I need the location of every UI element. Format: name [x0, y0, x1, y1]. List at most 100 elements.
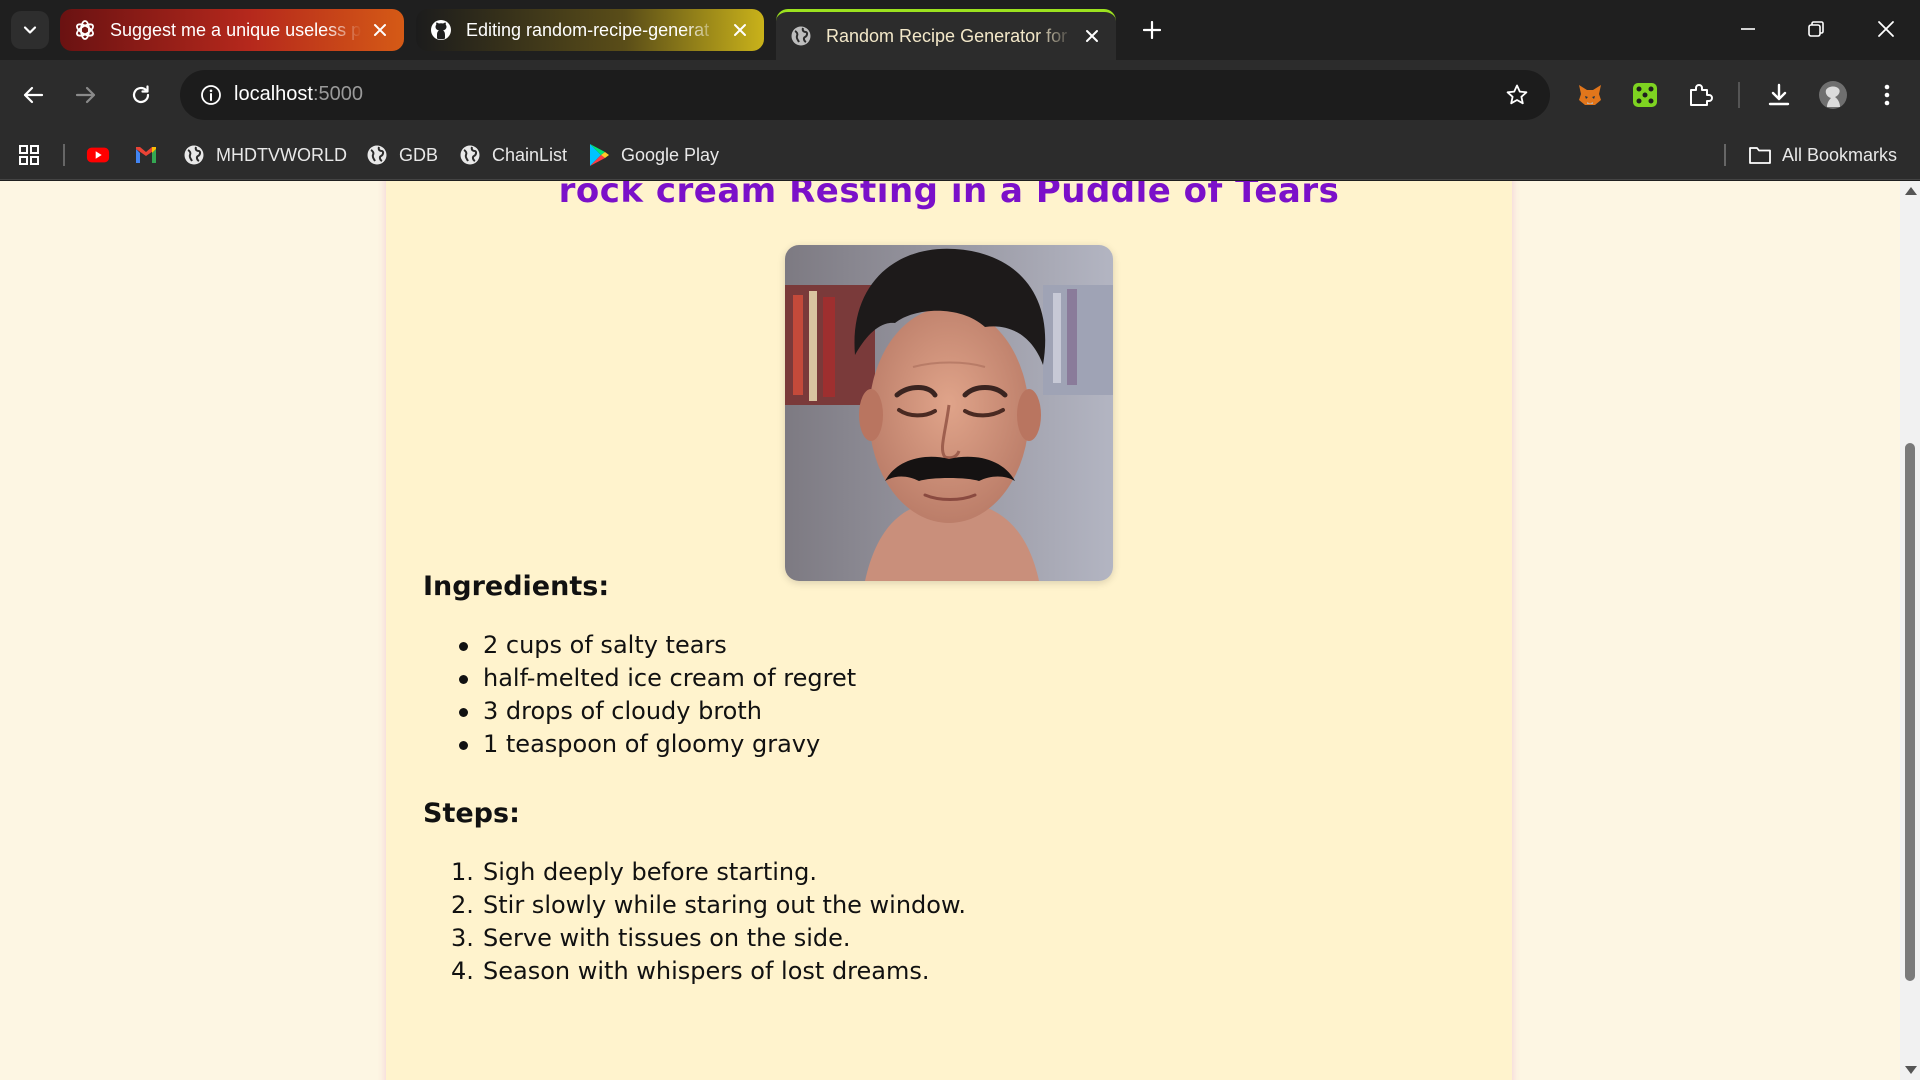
globe-icon: [182, 143, 206, 167]
scroll-down-arrow-icon[interactable]: [1905, 1066, 1917, 1074]
all-bookmarks-button[interactable]: All Bookmarks: [1748, 142, 1897, 168]
minimize-icon: [1741, 28, 1755, 30]
step-text: Serve with tissues on the side.: [483, 924, 851, 952]
step-text: Sigh deeply before starting.: [483, 858, 817, 886]
bookmark-mhdtvworld[interactable]: MHDTVWORLD: [182, 142, 347, 168]
step-item: 1. Sigh deeply before starting.: [423, 856, 966, 889]
step-text: Stir slowly while staring out the window…: [483, 891, 967, 919]
step-number: 4.: [451, 957, 474, 985]
tab-recipe-generator[interactable]: Random Recipe Generator for F: [776, 9, 1116, 60]
tab-title: Editing random-recipe-generat: [466, 19, 710, 40]
chevron-down-icon: [23, 26, 37, 34]
forward-button[interactable]: [66, 75, 106, 115]
bookmark-chainlist[interactable]: ChainList: [458, 142, 567, 168]
extensions-button[interactable]: [1680, 75, 1720, 115]
all-bookmarks-label: All Bookmarks: [1782, 144, 1898, 165]
arrow-right-icon: [75, 86, 96, 104]
tab-search-button[interactable]: [11, 11, 49, 49]
puzzle-icon: [1690, 84, 1713, 106]
close-icon[interactable]: [728, 18, 752, 42]
bookmark-gmail[interactable]: [134, 142, 168, 168]
metamask-fox-icon: [1579, 85, 1601, 105]
tab-github[interactable]: Editing random-recipe-generat: [416, 9, 764, 51]
bookmarks-divider: [1724, 144, 1726, 166]
plus-icon: [1143, 21, 1161, 39]
downloads-button[interactable]: [1759, 75, 1799, 115]
address-bar[interactable]: localhost:5000: [180, 70, 1550, 120]
ingredient-item: 3 drops of cloudy broth: [423, 695, 856, 728]
close-icon[interactable]: [368, 18, 392, 42]
step-number: 3.: [451, 924, 474, 952]
steps-heading: Steps:: [423, 798, 520, 829]
restore-button[interactable]: [1782, 0, 1850, 58]
youtube-icon: [86, 143, 110, 167]
profile-button[interactable]: [1813, 75, 1853, 115]
apps-grid-icon: [17, 143, 41, 167]
step-number: 2.: [451, 891, 474, 919]
more-vertical-icon: [1884, 84, 1890, 106]
recipe-image: [785, 245, 1113, 581]
google-play-icon: [587, 143, 611, 167]
scrollbar-thumb[interactable]: [1905, 443, 1915, 981]
page-scrollbar[interactable]: [1900, 181, 1920, 1080]
reload-button[interactable]: [121, 75, 161, 115]
step-text: Season with whispers of lost dreams.: [483, 957, 930, 985]
github-icon: [430, 19, 452, 41]
apps-button[interactable]: [17, 142, 51, 168]
url-port: :5000: [312, 83, 363, 105]
bookmark-label: Google Play: [621, 144, 720, 165]
ingredient-item: half-melted ice cream of regret: [423, 662, 856, 695]
new-tab-button[interactable]: [1136, 14, 1168, 46]
minimize-button[interactable]: [1714, 0, 1782, 58]
globe-icon: [458, 143, 482, 167]
back-button[interactable]: [13, 75, 53, 115]
step-number: 1.: [451, 858, 474, 886]
globe-icon: [790, 25, 812, 47]
bookmark-google-play[interactable]: Google Play: [587, 142, 719, 168]
step-item: 3. Serve with tissues on the side.: [423, 922, 966, 955]
gmail-icon: [134, 143, 158, 167]
bookmark-label: ChainList: [492, 144, 568, 165]
tab-title: Random Recipe Generator for F: [826, 25, 1074, 46]
step-item: 4. Season with whispers of lost dreams.: [423, 955, 966, 988]
page-viewport: rock cream Resting in a Puddle of Tears: [0, 181, 1900, 1080]
bookmark-gdb[interactable]: GDB: [365, 142, 438, 168]
url-host: localhost: [234, 83, 313, 105]
arrow-left-icon: [23, 86, 44, 104]
bookmark-label: MHDTVWORLD: [216, 144, 347, 165]
openai-icon: [74, 19, 96, 41]
ingredients-heading: Ingredients:: [423, 571, 610, 602]
globe-icon: [365, 143, 389, 167]
step-item: 2. Stir slowly while staring out the wind…: [423, 889, 966, 922]
site-info-icon[interactable]: [192, 76, 230, 114]
download-icon: [1768, 83, 1790, 106]
ingredients-list: 2 cups of salty tears half-melted ice cr…: [423, 629, 856, 761]
recipe-card: rock cream Resting in a Puddle of Tears: [386, 181, 1512, 1080]
steps-list: 1. Sigh deeply before starting. 2. Stir sl…: [423, 856, 966, 988]
url-text[interactable]: localhost:5000: [234, 83, 363, 106]
metamask-extension-button[interactable]: [1570, 75, 1610, 115]
tab-strip: Suggest me a unique useless pr Editing r…: [0, 0, 1920, 60]
tab-chatgpt[interactable]: Suggest me a unique useless pr: [60, 9, 404, 51]
toolbar: localhost:5000: [0, 60, 1920, 130]
avatar: [1819, 81, 1847, 109]
toolbar-divider: [1738, 82, 1740, 108]
extension-dice-button[interactable]: [1625, 75, 1665, 115]
tab-title: Suggest me a unique useless pr: [110, 19, 362, 40]
bookmark-youtube[interactable]: [86, 142, 120, 168]
close-window-button[interactable]: [1852, 0, 1920, 58]
close-icon: [1878, 21, 1894, 37]
restore-icon: [1808, 21, 1824, 37]
bookmarks-bar: MHDTVWORLD GDB ChainList Google Play All…: [0, 130, 1920, 180]
bookmarks-divider: [63, 144, 65, 166]
dice-icon: [1633, 83, 1657, 107]
folder-icon: [1748, 143, 1772, 167]
bookmark-star-icon[interactable]: [1502, 80, 1532, 110]
crying-man-photo: [785, 245, 1113, 581]
recipe-title: rock cream Resting in a Puddle of Tears: [558, 181, 1340, 211]
close-icon[interactable]: [1080, 24, 1104, 48]
browser-menu-button[interactable]: [1867, 75, 1907, 115]
reload-icon: [132, 85, 150, 104]
scroll-up-arrow-icon[interactable]: [1905, 187, 1917, 195]
bookmark-label: GDB: [399, 144, 439, 165]
